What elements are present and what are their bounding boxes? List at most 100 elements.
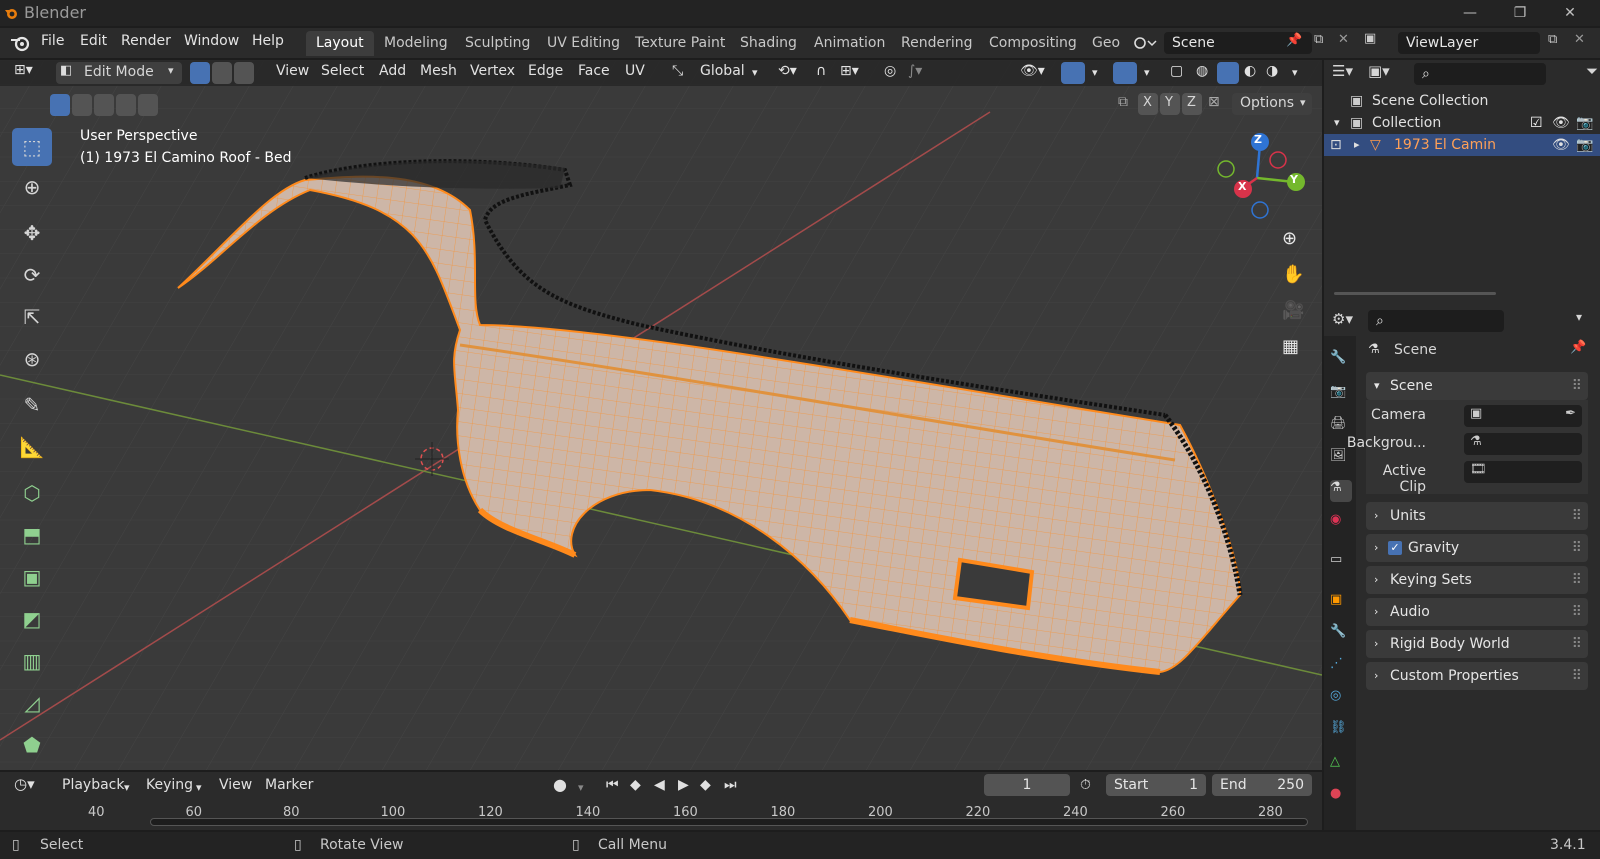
tool-tab-icon[interactable]: 🔧 <box>1330 350 1352 372</box>
tab-shading[interactable]: Shading <box>730 31 807 56</box>
record-keyframe-icon[interactable]: ● <box>553 775 567 794</box>
menu-select[interactable]: Select <box>321 63 364 79</box>
menu-add[interactable]: Add <box>379 63 406 79</box>
scene-tab-icon[interactable]: ⚗ <box>1330 480 1352 502</box>
zoom-icon[interactable]: ⊕ <box>1282 228 1297 249</box>
mirror-x-button[interactable]: X <box>1138 93 1158 115</box>
play-icon[interactable]: ▶ <box>678 777 689 793</box>
inset-tool[interactable]: ▣ <box>12 558 52 596</box>
particles-tab-icon[interactable]: ⋰ <box>1330 656 1352 678</box>
3d-viewport[interactable]: Z Y X ⊕ ✋ 🎥 ▦ ⊞▾ ◧ Edit Mode ▾ View Sele… <box>0 60 1322 770</box>
outliner-row-scene-collection[interactable]: ▣ Scene Collection <box>1324 90 1600 112</box>
mirror-z-button[interactable]: Z <box>1182 93 1202 115</box>
filter-icon[interactable]: ⏷ <box>1586 62 1598 80</box>
menu-render[interactable]: Render <box>121 33 171 49</box>
drag-handle-icon[interactable]: ⠿ <box>1572 566 1582 594</box>
editor-type-icon[interactable]: ⊞▾ <box>14 62 33 78</box>
jump-start-icon[interactable]: ⏮ <box>606 777 619 793</box>
select-intersect-button[interactable] <box>138 94 158 116</box>
scene-panel-header[interactable]: ▾ Scene ⠿ <box>1366 372 1588 400</box>
menu-vertex[interactable]: Vertex <box>470 63 515 79</box>
stopwatch-icon[interactable]: ⏱ <box>1080 777 1091 793</box>
visibility-eye-icon[interactable]: 👁 <box>1552 134 1570 156</box>
transform-tool[interactable]: ⊛ <box>12 340 52 378</box>
tab-sculpting[interactable]: Sculpting <box>455 31 540 56</box>
menu-window[interactable]: Window <box>184 33 239 49</box>
blender-menu-icon[interactable] <box>10 34 30 52</box>
tab-texture-paint[interactable]: Texture Paint <box>625 31 735 56</box>
rendered-shading-icon[interactable]: ◑ <box>1266 63 1278 79</box>
timeline-scrollbar[interactable] <box>150 818 1308 826</box>
add-cube-tool[interactable]: ⬡ <box>12 474 52 512</box>
overlay-toggle-button[interactable] <box>1113 62 1137 84</box>
pivot-point-icon[interactable]: ⟲▾ <box>778 63 797 79</box>
drag-handle-icon[interactable]: ⠿ <box>1572 598 1582 626</box>
chevron-down-icon[interactable]: ▾ <box>578 781 584 794</box>
edge-select-button[interactable] <box>212 62 232 84</box>
measure-tool[interactable]: 📐 <box>12 428 52 466</box>
keying-sets-panel-header[interactable]: › Keying Sets ⠿ <box>1366 566 1588 594</box>
gravity-panel-header[interactable]: › ✓ Gravity ⠿ <box>1366 534 1588 562</box>
tab-animation[interactable]: Animation <box>804 31 895 56</box>
scale-tool[interactable]: ⇱ <box>12 298 52 336</box>
properties-search-input[interactable]: ⌕ <box>1368 310 1504 332</box>
maximize-button[interactable]: ❐ <box>1500 2 1540 24</box>
viewlayer-selector-icon[interactable]: ▣ <box>1364 31 1376 46</box>
world-tab-icon[interactable]: ◉ <box>1330 512 1352 534</box>
frame-start-field[interactable]: Start 1 <box>1106 774 1206 796</box>
proportional-edit-icon[interactable]: ◎ <box>884 63 896 79</box>
knife-tool[interactable]: ◿ <box>12 684 52 722</box>
new-scene-icon[interactable]: ⧉ <box>1314 32 1323 47</box>
gizmo-x-label[interactable]: X <box>1238 180 1246 193</box>
outliner-row-object[interactable]: ⊡ ▸ ▽ 1973 El Camin 👁 📷 <box>1324 134 1600 156</box>
render-camera-icon[interactable]: 📷 <box>1576 112 1593 134</box>
auto-merge-icon[interactable]: ⊠ <box>1208 94 1220 110</box>
camera-field[interactable]: ▣ ✒ <box>1464 405 1582 427</box>
next-keyframe-icon[interactable]: ◆ <box>700 777 711 793</box>
units-panel-header[interactable]: › Units ⠿ <box>1366 502 1588 530</box>
play-reverse-icon[interactable]: ◀ <box>654 777 665 793</box>
xray-toggle-icon[interactable]: ▢ <box>1170 63 1183 79</box>
data-tab-icon[interactable]: △ <box>1330 754 1352 776</box>
prev-keyframe-icon[interactable]: ◆ <box>630 777 641 793</box>
menu-marker[interactable]: Marker <box>265 777 313 793</box>
menu-view[interactable]: View <box>276 63 309 79</box>
viewport-scene[interactable] <box>0 60 1322 770</box>
chevron-right-icon[interactable]: ▸ <box>1354 134 1360 156</box>
chevron-down-icon[interactable]: ▾ <box>1092 66 1098 79</box>
chevron-down-icon[interactable]: ▾ <box>1576 310 1582 324</box>
material-shading-icon[interactable]: ◐ <box>1244 63 1256 79</box>
rotate-tool[interactable]: ⟳ <box>12 256 52 294</box>
delete-scene-icon[interactable]: ✕ <box>1338 32 1349 47</box>
menu-edge[interactable]: Edge <box>528 63 563 79</box>
pan-hand-icon[interactable]: ✋ <box>1282 264 1304 285</box>
mirror-y-button[interactable]: Y <box>1160 93 1180 115</box>
select-new-button[interactable] <box>50 94 70 116</box>
outliner-search-input[interactable]: ⌕ <box>1414 63 1546 85</box>
poly-build-tool[interactable]: ⬟ <box>12 726 52 764</box>
solid-shading-button[interactable] <box>1217 62 1239 84</box>
menu-uv[interactable]: UV <box>625 63 645 79</box>
options-dropdown[interactable]: Options ▾ <box>1232 93 1312 115</box>
chevron-down-icon[interactable]: ▾ <box>1144 66 1150 79</box>
jump-end-icon[interactable]: ⏭ <box>724 777 737 793</box>
object-tab-icon[interactable]: ▣ <box>1330 592 1352 614</box>
gizmo-z-label[interactable]: Z <box>1254 133 1262 146</box>
transform-orientation-dropdown[interactable]: Global <box>700 63 745 79</box>
menu-file[interactable]: File <box>41 33 64 49</box>
move-tool[interactable]: ✥ <box>12 214 52 252</box>
cursor-tool[interactable]: ⊕ <box>12 168 52 206</box>
drag-handle-icon[interactable]: ⠿ <box>1572 372 1582 400</box>
tab-rendering[interactable]: Rendering <box>891 31 983 56</box>
modifier-wrench-icon[interactable]: 🔧 <box>1330 624 1352 646</box>
menu-keying[interactable]: Keying <box>146 777 193 793</box>
eyedropper-icon[interactable]: ✒ <box>1565 406 1576 421</box>
ortho-grid-icon[interactable]: ▦ <box>1282 336 1299 357</box>
collection-tab-icon[interactable]: ▭ <box>1330 552 1352 574</box>
custom-properties-panel-header[interactable]: › Custom Properties ⠿ <box>1366 662 1588 690</box>
annotate-tool[interactable]: ✎ <box>12 386 52 424</box>
active-clip-field[interactable]: 🎞 <box>1464 461 1582 483</box>
snap-magnet-icon[interactable]: ∩ <box>816 63 826 79</box>
delete-viewlayer-icon[interactable]: ✕ <box>1574 32 1585 47</box>
visibility-eye-icon[interactable]: 👁▾ <box>1020 63 1045 79</box>
